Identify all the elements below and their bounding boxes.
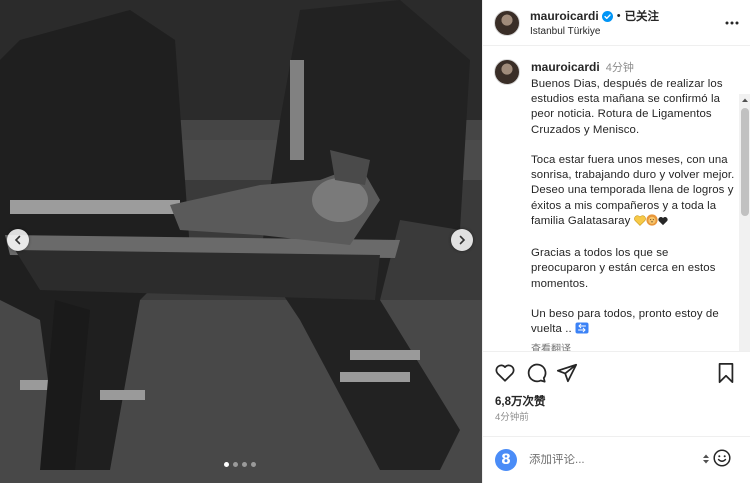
post-side-panel: mauroicardi • 已关注 Istanbul Türkiye mauro…: [482, 0, 750, 483]
slide-indicator: [224, 462, 256, 467]
caption-scrollbar[interactable]: [739, 94, 750, 351]
header-text: mauroicardi • 已关注 Istanbul Türkiye: [530, 8, 659, 37]
extension-logo-icon[interactable]: 8: [495, 449, 517, 471]
post-actions: [483, 362, 750, 388]
header-row: mauroicardi • 已关注: [530, 8, 659, 24]
caption-text: Buenos Dias, después de realizar los est…: [531, 77, 736, 339]
post-photo: [0, 0, 482, 483]
comment-bubble-icon[interactable]: [525, 362, 547, 389]
caption-paragraph-1: Buenos Dias, después de realizar los est…: [531, 78, 735, 227]
slide-dot-active: [224, 462, 229, 467]
next-slide-button[interactable]: [451, 229, 473, 251]
caption-row: mauroicardi 4分钟 Buenos Dias, después de …: [483, 47, 750, 351]
yellow-heart-icon: [633, 215, 646, 231]
caption-head: mauroicardi 4分钟: [531, 59, 736, 75]
slide-dot: [251, 462, 256, 467]
post-location[interactable]: Istanbul Türkiye: [530, 26, 659, 37]
caption-username[interactable]: mauroicardi: [531, 60, 600, 74]
caption-body: mauroicardi 4分钟 Buenos Dias, después de …: [531, 59, 736, 351]
post-time-ago: 4分钟前: [495, 412, 529, 423]
lion-face-icon: [646, 214, 658, 231]
scrollbar-thumb[interactable]: [741, 108, 749, 216]
previous-slide-button[interactable]: [7, 229, 29, 251]
caption-paragraph-3: Un beso para todos, pronto estoy de vuel…: [531, 308, 719, 336]
caption-time: 4分钟: [605, 62, 634, 74]
back-arrow-icon: [575, 322, 589, 339]
slide-dot: [233, 462, 238, 467]
comment-input[interactable]: [529, 454, 689, 466]
scroll-up-arrow-icon[interactable]: [739, 94, 750, 106]
post-media[interactable]: [0, 0, 482, 483]
verified-badge-icon: [601, 10, 613, 22]
stepper-arrows-icon[interactable]: [702, 452, 710, 470]
header-separator: •: [616, 10, 621, 22]
avatar[interactable]: [494, 59, 520, 85]
chevron-right-icon: [459, 235, 466, 245]
share-paper-plane-icon[interactable]: [556, 362, 578, 389]
slide-dot: [242, 462, 247, 467]
like-heart-icon[interactable]: [494, 362, 516, 389]
emoji-smiley-icon[interactable]: [713, 449, 731, 472]
post-header: mauroicardi • 已关注 Istanbul Türkiye: [483, 0, 750, 46]
chevron-left-icon: [14, 235, 21, 245]
black-heart-icon: [658, 216, 668, 231]
see-translation-link[interactable]: 查看翻译: [531, 340, 736, 351]
header-username[interactable]: mauroicardi: [530, 9, 599, 23]
caption-area[interactable]: mauroicardi 4分钟 Buenos Dias, después de …: [483, 47, 750, 352]
following-button[interactable]: 已关注: [625, 8, 660, 24]
caption-paragraph-2: Gracias a todos los que se preocuparon y…: [531, 247, 716, 290]
bookmark-icon[interactable]: [716, 362, 736, 389]
likes-count[interactable]: 6,8万次赞: [495, 393, 546, 409]
more-options-icon[interactable]: [725, 16, 739, 35]
comment-bar: 8: [483, 436, 750, 483]
avatar[interactable]: [494, 9, 520, 36]
